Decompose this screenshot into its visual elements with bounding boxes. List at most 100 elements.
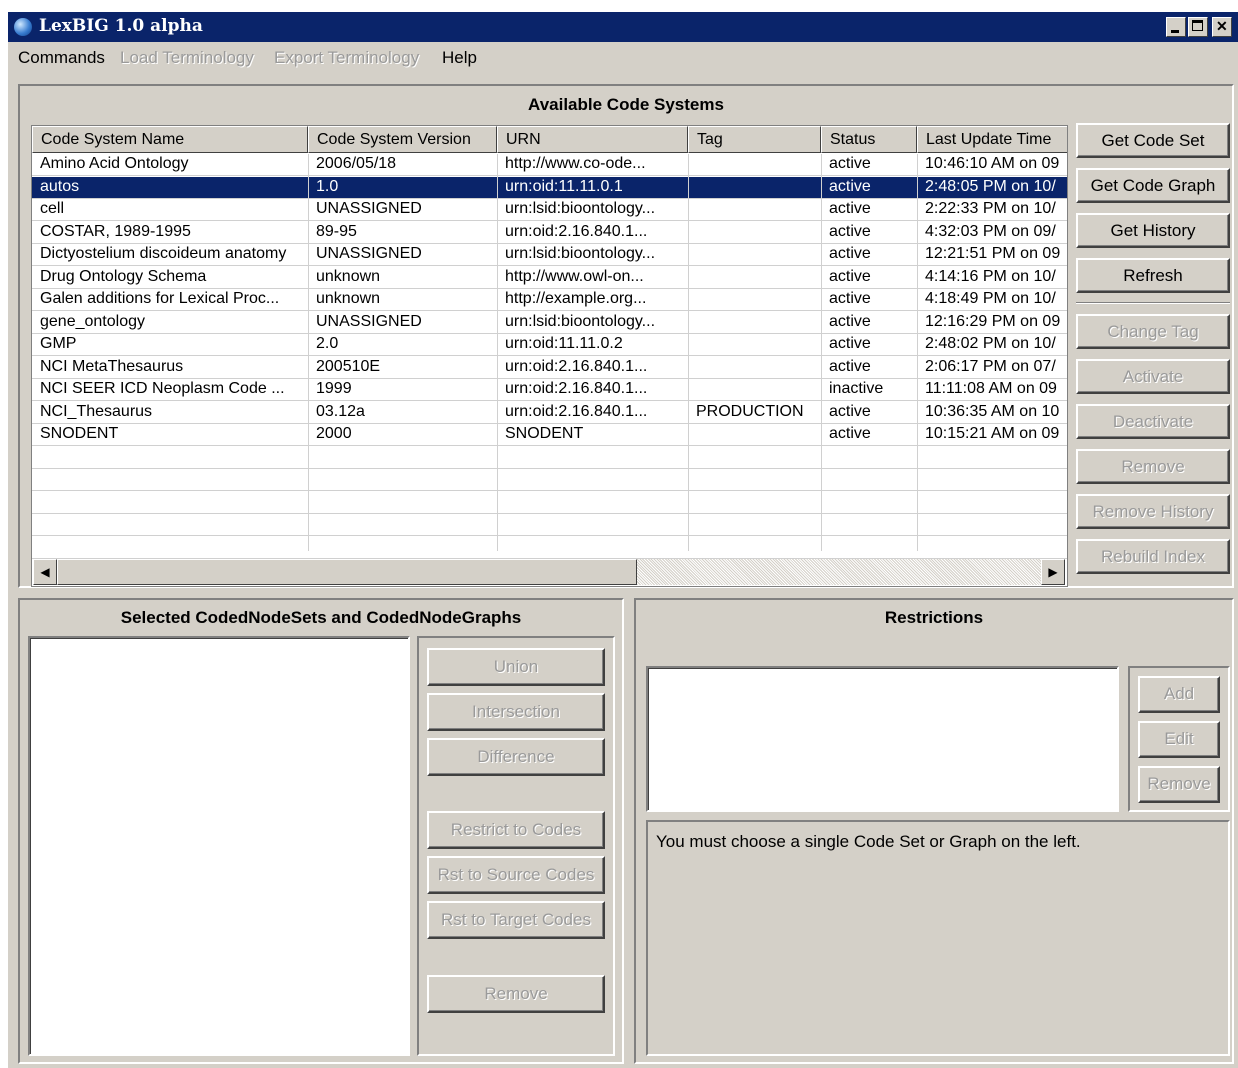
restrict-to-source-codes-button[interactable]: Rst to Source Codes <box>427 856 605 894</box>
scroll-right-icon[interactable]: ▶ <box>1041 559 1065 585</box>
restrictions-title: Restrictions <box>884 608 984 627</box>
selected-sets-list[interactable] <box>28 636 410 1056</box>
table-row[interactable]: cell UNASSIGNED urn:lsid:bioontology... act… <box>32 199 1067 221</box>
table-header: Code System Name Code System Version URN… <box>32 126 1067 153</box>
change-tag-button[interactable]: Change Tag <box>1076 314 1230 349</box>
cell-name: Galen additions for Lexical Proc... <box>40 290 280 307</box>
window-title: LexBIG 1.0 alpha <box>39 16 203 36</box>
column-header-name[interactable]: Code System Name <box>32 126 308 153</box>
cell-last-update: 12:21:51 PM on 09 <box>925 245 1061 262</box>
cell-last-update: 4:18:49 PM on 10/ <box>925 290 1056 307</box>
cell-name: SNODENT <box>40 425 119 442</box>
cell-status: active <box>829 425 871 442</box>
table-row[interactable]: Drug Ontology Schema unknown http://www.ow… <box>32 267 1067 289</box>
cell-urn: SNODENT <box>505 425 584 442</box>
rebuild-index-button[interactable]: Rebuild Index <box>1076 539 1230 574</box>
cell-status: active <box>829 290 871 307</box>
horizontal-scrollbar[interactable]: ◀ ▶ <box>33 559 1065 585</box>
restrictions-list[interactable] <box>646 666 1119 812</box>
cell-tag <box>688 334 821 356</box>
globe-icon <box>14 18 32 36</box>
table-row[interactable]: COSTAR, 1989-1995 89-95 urn:oid:2.16.840.1… <box>32 222 1067 244</box>
difference-button[interactable]: Difference <box>427 738 605 776</box>
table-row[interactable]: gene_ontology UNASSIGNED urn:lsid:bioontol… <box>32 312 1067 334</box>
menu-commands[interactable]: Commands <box>18 48 105 68</box>
empty-table-row[interactable] <box>32 469 1067 491</box>
empty-table-row[interactable] <box>32 447 1067 469</box>
table-row[interactable]: autos 1.0 urn:oid:11.11.0.1 active 2:48:05 P… <box>32 176 1067 199</box>
union-button[interactable]: Union <box>427 648 605 686</box>
table-row[interactable]: GMP 2.0 urn:oid:11.11.0.2 active 2:48:02 PM … <box>32 334 1067 356</box>
restrict-to-target-codes-button[interactable]: Rst to Target Codes <box>427 901 605 939</box>
table-row[interactable]: NCI_Thesaurus 03.12a urn:oid:2.16.840.1...… <box>32 402 1067 424</box>
column-header-urn[interactable]: URN <box>497 126 688 153</box>
get-code-set-button[interactable]: Get Code Set <box>1076 123 1230 158</box>
get-code-graph-button[interactable]: Get Code Graph <box>1076 168 1230 203</box>
refresh-button[interactable]: Refresh <box>1076 258 1230 293</box>
cell-version: UNASSIGNED <box>316 200 422 217</box>
empty-table-row[interactable] <box>32 537 1067 559</box>
cell-tag <box>688 177 821 199</box>
activate-button[interactable]: Activate <box>1076 359 1230 394</box>
remove-code-system-button[interactable]: Remove <box>1076 449 1230 484</box>
cell-status: active <box>829 402 871 420</box>
maximize-icon[interactable] <box>1188 17 1208 37</box>
column-header-tag[interactable]: Tag <box>688 126 821 153</box>
cell-name: gene_ontology <box>40 312 145 330</box>
deactivate-button[interactable]: Deactivate <box>1076 404 1230 439</box>
cell-urn: urn:oid:2.16.840.1... <box>505 357 648 375</box>
cell-tag: PRODUCTION <box>696 402 804 420</box>
table-row[interactable]: NCI SEER ICD Neoplasm Code ... 1999 urn:oi… <box>32 379 1067 401</box>
close-icon[interactable] <box>1212 17 1232 37</box>
scroll-left-icon[interactable]: ◀ <box>33 559 57 585</box>
selected-sets-title: Selected CodedNodeSets and CodedNodeGrap… <box>120 608 522 627</box>
cell-name: Dictyostelium discoideum anatomy <box>40 245 287 262</box>
table-row[interactable]: Galen additions for Lexical Proc... unkno… <box>32 289 1067 311</box>
menu-load-terminology[interactable]: Load Terminology <box>120 48 254 68</box>
column-divider <box>497 154 498 551</box>
code-systems-title: Available Code Systems <box>528 95 724 114</box>
edit-restriction-button[interactable]: Edit <box>1138 721 1220 758</box>
cell-tag <box>688 312 821 334</box>
empty-table-row[interactable] <box>32 514 1067 536</box>
minimize-icon[interactable] <box>1166 17 1186 37</box>
cell-version: 2006/05/18 <box>316 155 397 172</box>
remove-selected-set-button[interactable]: Remove <box>427 975 605 1013</box>
column-header-version[interactable]: Code System Version <box>308 126 497 153</box>
table-row[interactable]: NCI MetaThesaurus 200510E urn:oid:2.16.840… <box>32 357 1067 379</box>
cell-last-update: 11:11:08 AM on 09 <box>925 380 1057 397</box>
column-header-last-update[interactable]: Last Update Time <box>917 126 1067 153</box>
get-history-button[interactable]: Get History <box>1076 213 1230 248</box>
cell-version: 200510E <box>316 357 381 375</box>
column-divider <box>821 154 822 551</box>
remove-history-button[interactable]: Remove History <box>1076 494 1230 529</box>
cell-tag <box>688 154 821 176</box>
restrict-to-codes-button[interactable]: Restrict to Codes <box>427 811 605 849</box>
cell-last-update: 12:16:29 PM on 09 <box>925 312 1061 330</box>
cell-tag <box>688 244 821 266</box>
title-bar[interactable]: LexBIG 1.0 alpha <box>8 12 1238 42</box>
column-header-status[interactable]: Status <box>821 126 917 153</box>
cell-version: unknown <box>316 267 381 285</box>
cell-version: 1999 <box>316 380 352 397</box>
menu-export-terminology[interactable]: Export Terminology <box>274 48 419 68</box>
app-window: LexBIG 1.0 alpha Commands Load Terminolo… <box>8 12 1238 1068</box>
table-body: Amino Acid Ontology 2006/05/18 http://www.… <box>32 154 1067 559</box>
code-systems-table: Code System Name Code System Version URN… <box>31 125 1068 587</box>
table-row[interactable]: SNODENT 2000 SNODENT active 10:15:21 AM on 0… <box>32 424 1067 446</box>
cell-status: active <box>829 312 871 330</box>
intersection-button[interactable]: Intersection <box>427 693 605 731</box>
cell-status: active <box>829 245 871 262</box>
cell-urn: urn:lsid:bioontology... <box>505 200 656 217</box>
table-row[interactable]: Dictyostelium discoideum anatomy UNASSIGN… <box>32 244 1067 266</box>
remove-restriction-button[interactable]: Remove <box>1138 766 1220 803</box>
menu-help[interactable]: Help <box>442 48 477 68</box>
cell-last-update: 2:22:33 PM on 10/ <box>925 200 1056 217</box>
empty-table-row[interactable] <box>32 492 1067 514</box>
restriction-message: You must choose a single Code Set or Gra… <box>656 832 1081 851</box>
scroll-thumb[interactable] <box>57 559 637 585</box>
add-restriction-button[interactable]: Add <box>1138 676 1220 713</box>
cell-tag <box>688 199 821 221</box>
cell-tag <box>688 357 821 379</box>
table-row[interactable]: Amino Acid Ontology 2006/05/18 http://www.… <box>32 154 1067 176</box>
